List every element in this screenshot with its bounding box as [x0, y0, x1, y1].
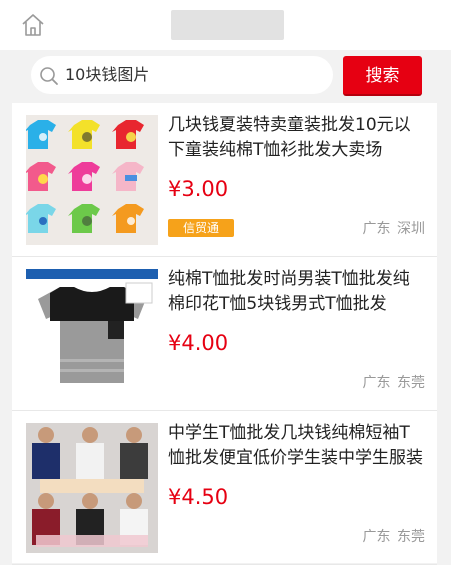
top-bar: [0, 0, 451, 50]
product-image[interactable]: [26, 269, 158, 399]
product-item[interactable]: 几块钱夏装特卖童装批发10元以下童装纯棉T恤衫批发大卖场 ¥3.00 信贸通 广…: [12, 103, 437, 257]
product-location: 广东 深圳: [361, 218, 425, 238]
search-input[interactable]: 10块钱图片: [31, 56, 333, 94]
product-item[interactable]: 中学生T恤批发几块钱纯棉短袖T恤批发便宜低价学生装中学生服装 ¥4.50 广东 …: [12, 411, 437, 565]
home-icon[interactable]: [20, 12, 46, 38]
product-title[interactable]: 几块钱夏装特卖童装批发10元以下童装纯棉T恤衫批发大卖场: [168, 113, 426, 163]
trade-badge: 信贸通: [168, 219, 234, 237]
product-price: ¥4.50: [168, 485, 229, 509]
location-city: 东莞: [397, 529, 425, 545]
product-location: 广东 东莞: [361, 526, 425, 546]
product-price: ¥3.00: [168, 177, 229, 201]
product-image[interactable]: [26, 423, 158, 553]
location-province: 广东: [362, 529, 391, 545]
location-province: 广东: [362, 221, 391, 237]
product-price: ¥4.00: [168, 331, 229, 355]
product-title[interactable]: 纯棉T恤批发时尚男装T恤批发纯棉印花T恤5块钱男式T恤批发: [168, 267, 426, 317]
search-query: 10块钱图片: [65, 65, 150, 84]
search-button[interactable]: 搜索: [343, 56, 422, 96]
product-location: 广东 东莞: [361, 372, 425, 392]
location-city: 深圳: [397, 221, 425, 237]
location-province: 广东: [362, 375, 391, 391]
location-city: 东莞: [397, 375, 425, 391]
product-list: 几块钱夏装特卖童装批发10元以下童装纯棉T恤衫批发大卖场 ¥3.00 信贸通 广…: [12, 103, 437, 565]
page-title-placeholder: [171, 10, 284, 40]
product-item[interactable]: 纯棉T恤批发时尚男装T恤批发纯棉印花T恤5块钱男式T恤批发 ¥4.00 广东 东…: [12, 257, 437, 411]
search-icon: [40, 67, 58, 85]
product-image[interactable]: [26, 115, 158, 245]
product-title[interactable]: 中学生T恤批发几块钱纯棉短袖T恤批发便宜低价学生装中学生服装: [168, 421, 426, 471]
